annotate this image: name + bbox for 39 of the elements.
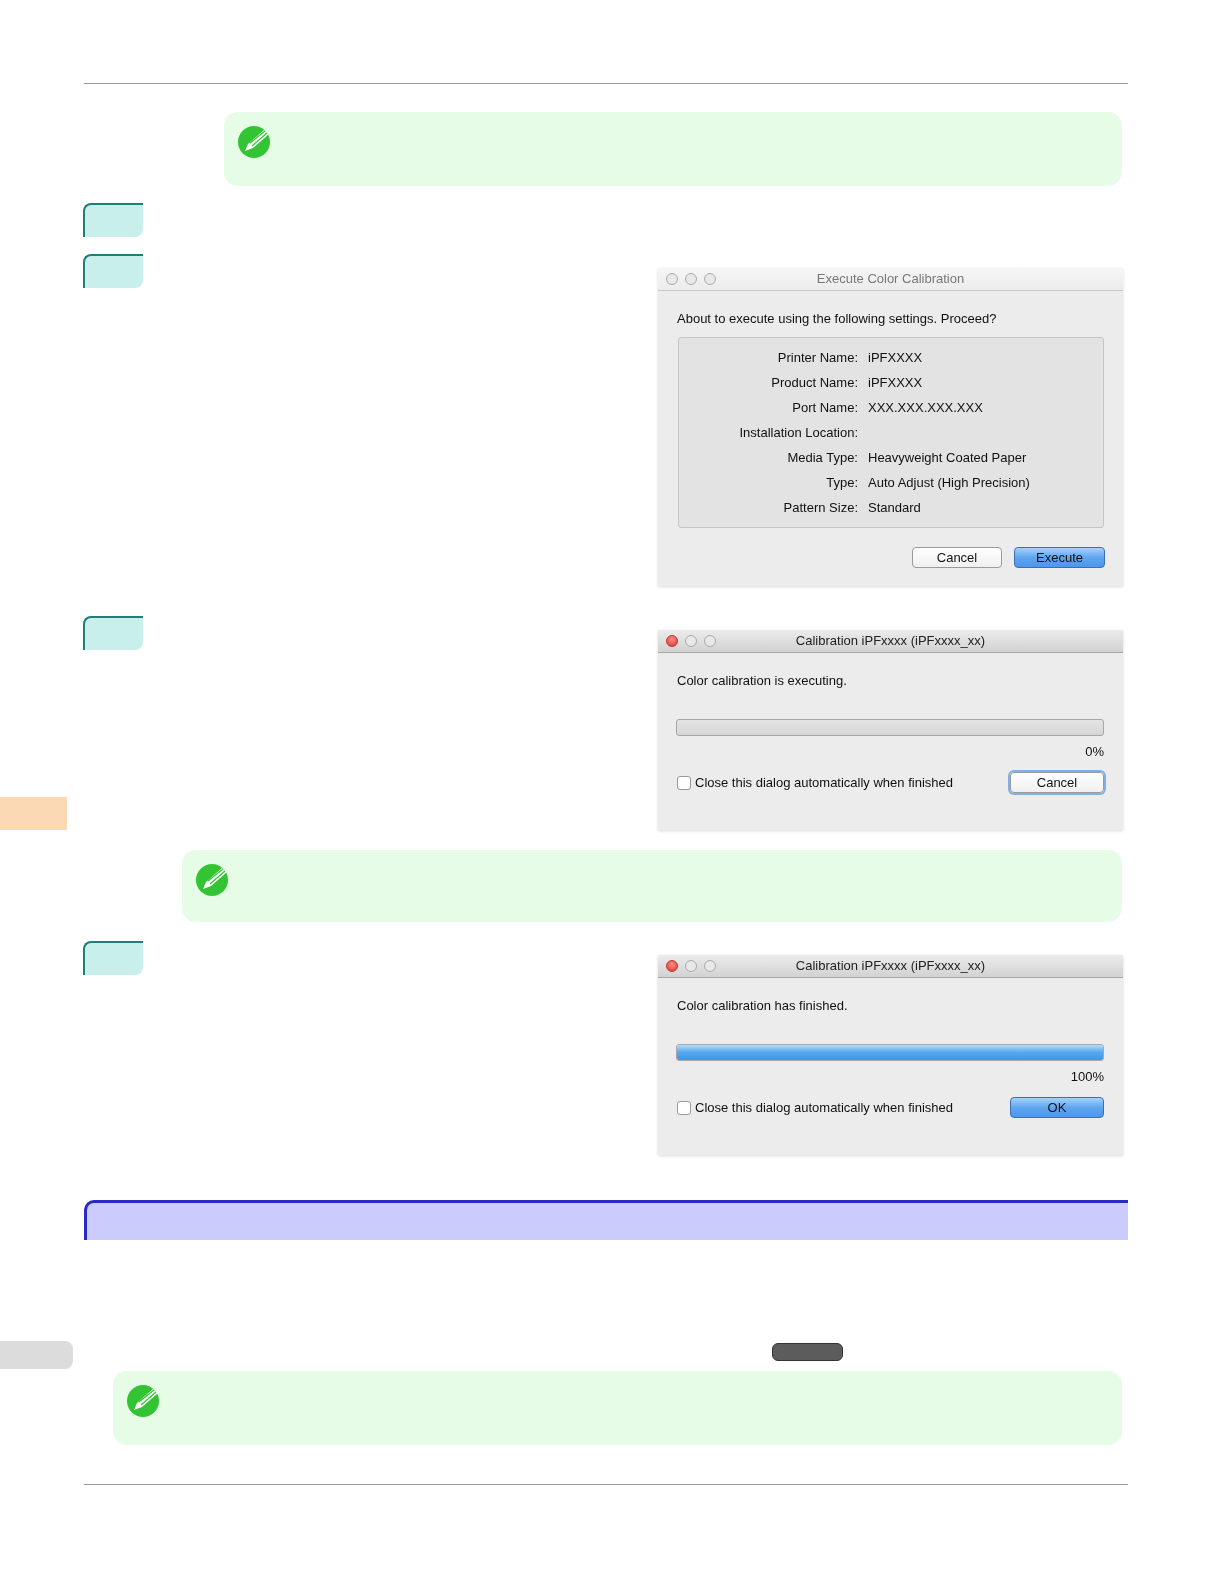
execute-button[interactable]: Execute <box>1014 547 1105 568</box>
setting-label: Product Name: <box>771 374 858 390</box>
window-title: Execute Color Calibration <box>816 271 965 287</box>
minimize-icon[interactable] <box>685 960 697 972</box>
checkbox[interactable] <box>677 1100 691 1115</box>
setting-value: Heavyweight Coated Paper <box>868 448 1027 467</box>
setting-value: iPFXXXX <box>868 373 923 392</box>
close-icon[interactable] <box>666 273 678 285</box>
window-title: Calibration iPFxxxx (iPFxxxx_xx) <box>795 958 986 974</box>
setting-value: Auto Adjust (High Precision) <box>868 473 1030 492</box>
ok-button[interactable]: OK <box>1010 1097 1104 1118</box>
cancel-button[interactable]: Cancel <box>1010 772 1104 793</box>
minimize-icon[interactable] <box>685 635 697 647</box>
setting-value: XXX.XXX.XXX.XXX <box>868 398 983 417</box>
message-text: About to execute using the following settings. Proceed? <box>677 311 997 326</box>
zoom-icon[interactable] <box>704 635 716 647</box>
window-title: Calibration iPFxxxx (iPFxxxx_xx) <box>795 633 986 649</box>
zoom-icon[interactable] <box>704 273 716 285</box>
checkbox-label: Close this dialog automatically when finished <box>695 773 953 792</box>
setting-label: Pattern Size: <box>783 499 858 515</box>
setting-value: iPFXXXX <box>868 348 923 367</box>
checkbox[interactable] <box>677 775 691 790</box>
percent-label: 100% <box>1070 1069 1104 1084</box>
setting-label: Media Type: <box>787 449 858 465</box>
percent-label: 0% <box>1085 744 1104 759</box>
cancel-button[interactable]: Cancel <box>912 547 1002 568</box>
message-text: Color calibration is executing. <box>677 673 847 688</box>
setting-label: Installation Location: <box>739 424 858 440</box>
setting-label: Printer Name: <box>777 349 858 365</box>
close-icon[interactable] <box>666 960 678 972</box>
checkbox-label: Close this dialog automatically when finished <box>695 1098 953 1117</box>
setting-label: Type: <box>826 474 858 490</box>
close-icon[interactable] <box>666 635 678 647</box>
key-icon <box>772 1343 843 1361</box>
setting-value: Standard <box>868 498 921 517</box>
message-text: Color calibration has finished. <box>677 998 848 1013</box>
setting-label: Port Name: <box>792 399 858 415</box>
minimize-icon[interactable] <box>685 273 697 285</box>
zoom-icon[interactable] <box>704 960 716 972</box>
